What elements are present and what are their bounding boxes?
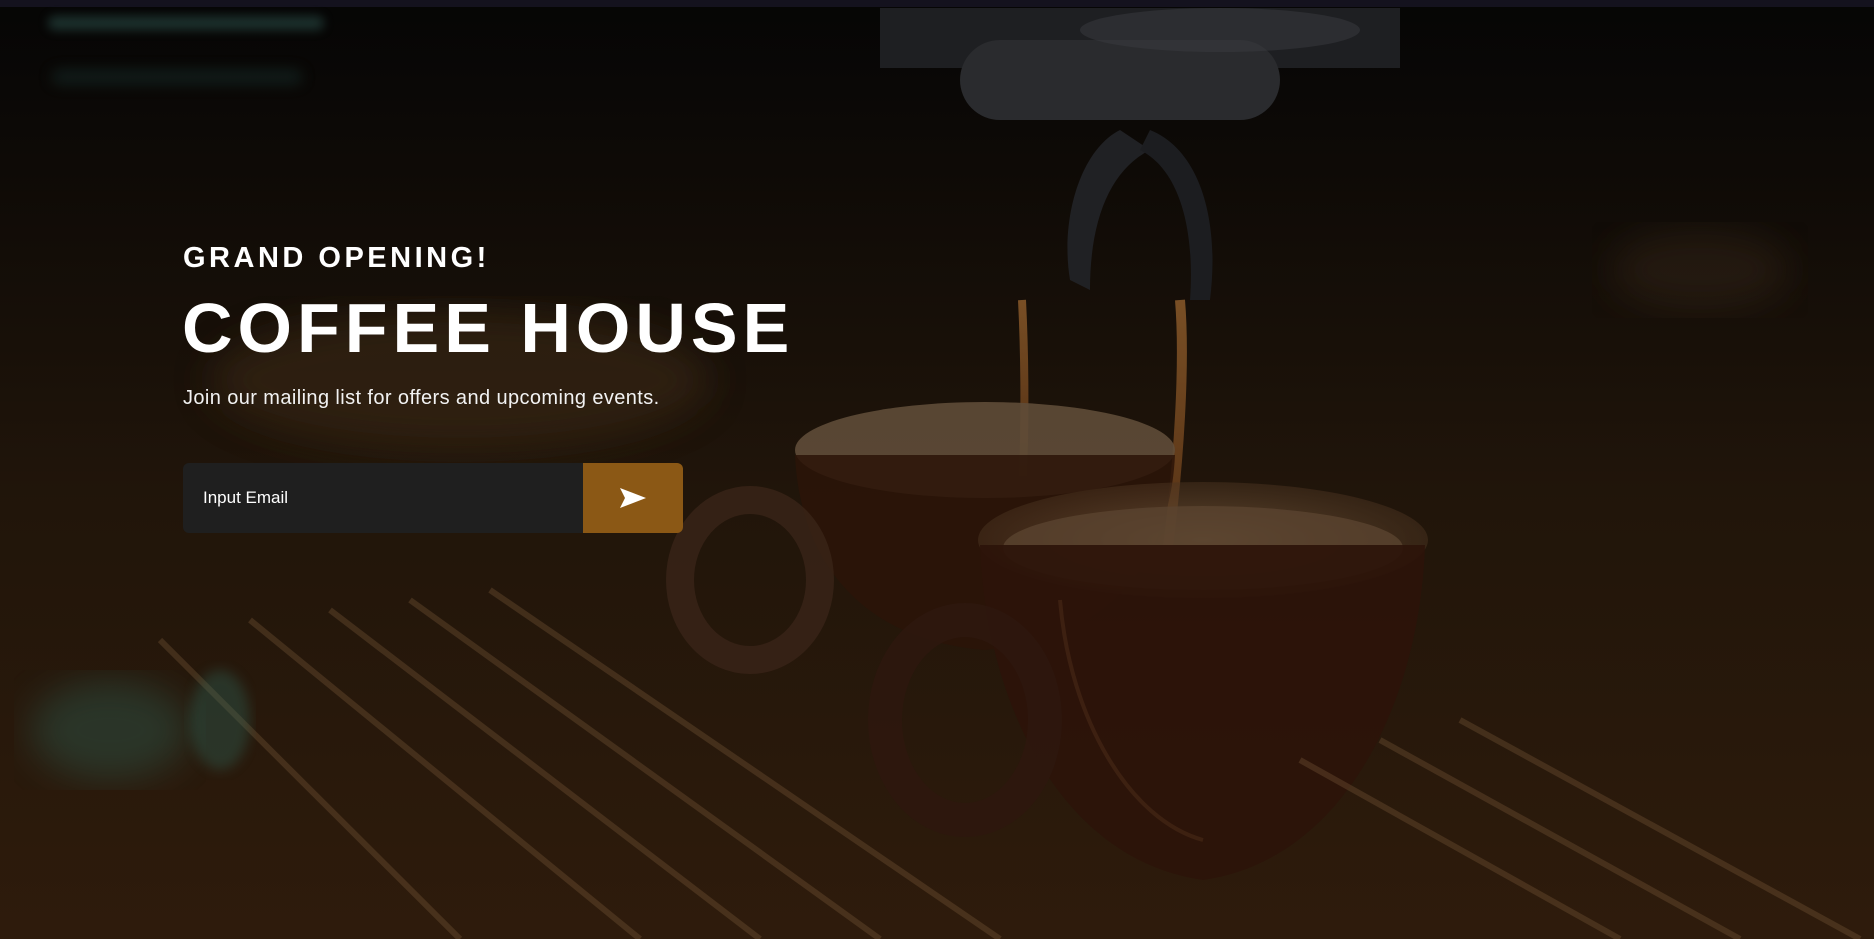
email-input[interactable] — [183, 463, 583, 533]
newsletter-form — [183, 463, 683, 533]
hero-content: GRAND OPENING! COFFEE HOUSE Join our mai… — [182, 238, 883, 533]
blurred-nav-item — [48, 16, 324, 30]
hero-section: GRAND OPENING! COFFEE HOUSE Join our mai… — [0, 0, 1874, 939]
blurred-nav-item — [52, 70, 302, 84]
hero-eyebrow: GRAND OPENING! — [183, 242, 490, 274]
send-arrow-icon — [620, 488, 646, 508]
hero-subtitle: Join our mailing list for offers and upc… — [183, 387, 660, 409]
submit-button[interactable] — [583, 463, 683, 533]
machine-head — [880, 8, 1400, 300]
hero-title: COFFEE HOUSE — [182, 289, 795, 367]
